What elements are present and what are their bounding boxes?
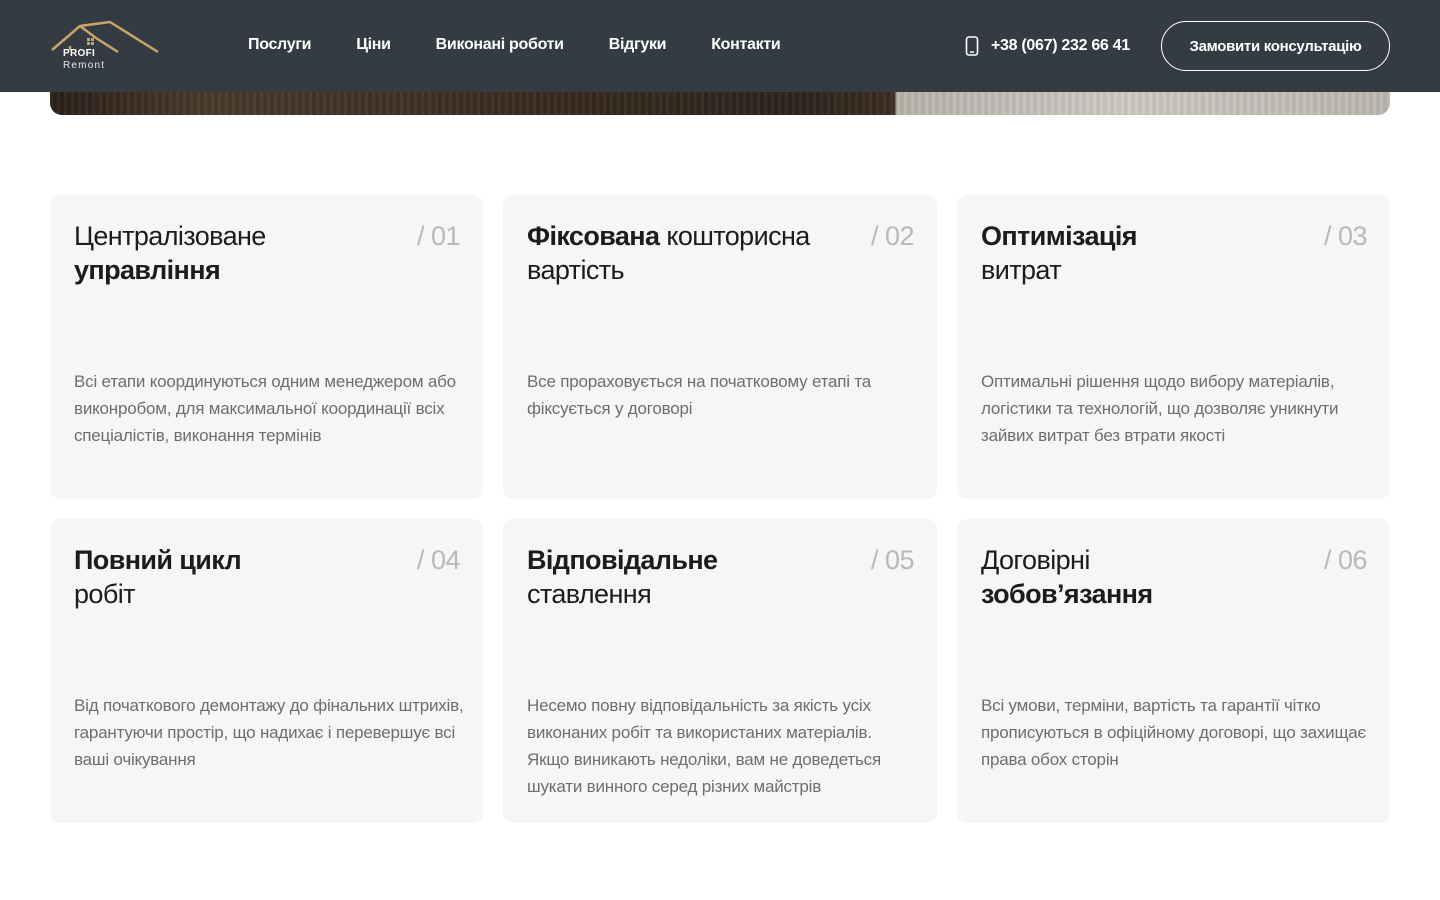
card-title: Відповідальне ставлення <box>527 545 718 609</box>
card-description: Оптимальні рішення щодо вибору матеріалі… <box>981 372 1339 445</box>
card-description: Всі умови, терміни, вартість та гарантії… <box>981 696 1366 769</box>
main-nav: Послуги Ціни Виконані роботи Відгуки Кон… <box>248 36 825 54</box>
card-number: / 04 <box>416 545 461 575</box>
phone-link[interactable]: +38 (067) 232 66 41 <box>964 36 1130 56</box>
nav-item-reviews[interactable]: Відгуки <box>609 36 667 54</box>
card-number: / 06 <box>1323 545 1368 575</box>
card-number: / 02 <box>870 221 915 251</box>
advantage-card: Централізоване управління / 01 Всі етапи… <box>50 195 483 499</box>
nav-item-contacts[interactable]: Контакти <box>711 36 781 54</box>
order-consultation-button[interactable]: Замовити консультацію <box>1161 21 1390 71</box>
logo-text-profi: PROFI <box>63 48 96 59</box>
card-description: Все прораховується на початковому етапі … <box>527 372 872 418</box>
mobile-phone-icon <box>965 36 979 56</box>
card-number: / 03 <box>1323 221 1368 251</box>
card-description: Від початкового демонтажу до фінальних ш… <box>74 696 464 769</box>
nav-item-portfolio[interactable]: Виконані роботи <box>436 36 564 54</box>
card-number: / 01 <box>416 221 461 251</box>
card-title: Договірні зобов’язання <box>981 545 1153 609</box>
nav-item-services[interactable]: Послуги <box>248 36 312 54</box>
card-title: Фіксована кошторисна вартість <box>527 221 810 285</box>
nav-item-prices[interactable]: Ціни <box>356 36 391 54</box>
advantage-card: Оптимізація витрат / 03 Оптимальні рішен… <box>957 195 1390 499</box>
logo[interactable]: PROFI Remont <box>50 20 162 74</box>
site-header: PROFI Remont Послуги Ціни Виконані робот… <box>0 0 1440 92</box>
card-description: Всі етапи координуються одним менеджером… <box>74 372 456 445</box>
advantage-card: Повний цикл робіт / 04 Від початкового д… <box>50 519 483 823</box>
advantage-card: Фіксована кошторисна вартість / 02 Все п… <box>503 195 937 499</box>
card-number: / 05 <box>870 545 915 575</box>
advantage-card: Відповідальне ставлення / 05 Несемо повн… <box>503 519 937 823</box>
advantages-grid: Централізоване управління / 01 Всі етапи… <box>50 195 1390 823</box>
card-description: Несемо повну відповідальність за якість … <box>527 696 881 796</box>
card-title: Централізоване управління <box>74 221 266 285</box>
phone-number: +38 (067) 232 66 41 <box>991 37 1130 54</box>
card-title: Оптимізація витрат <box>981 221 1138 285</box>
advantage-card: Договірні зобов’язання / 06 Всі умови, т… <box>957 519 1390 823</box>
card-title: Повний цикл робіт <box>74 545 242 609</box>
logo-text-remont: Remont <box>63 60 106 71</box>
